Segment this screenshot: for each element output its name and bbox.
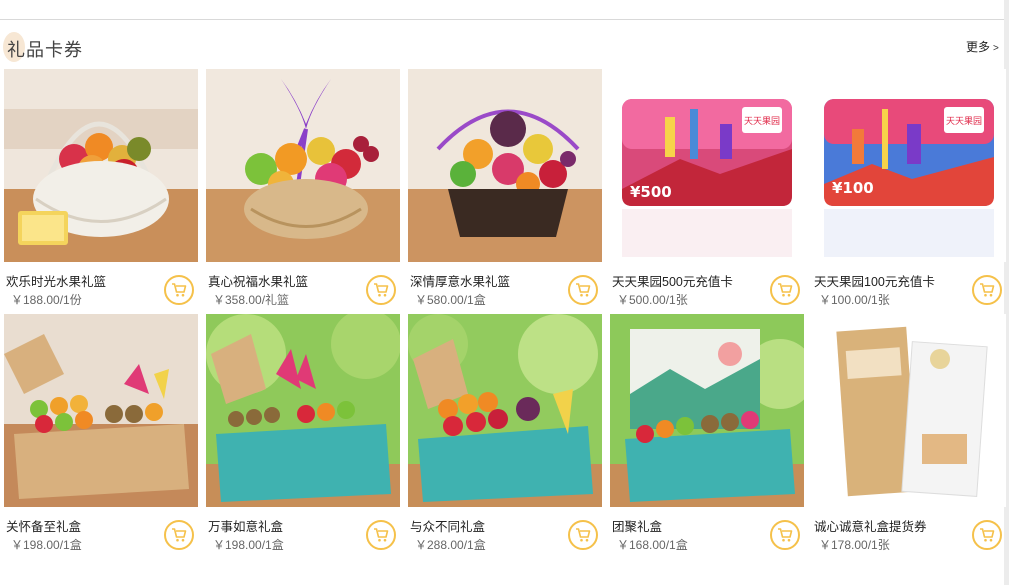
add-to-cart-button[interactable] bbox=[770, 520, 800, 550]
product-image[interactable] bbox=[812, 314, 1006, 507]
cart-icon bbox=[576, 528, 591, 542]
product-name[interactable]: 深情厚意水果礼篮 bbox=[410, 271, 510, 290]
product-card[interactable]: 天天果园 ¥500 天天果园500元充值卡 ￥500.00/1张 bbox=[610, 69, 804, 309]
product-image[interactable] bbox=[206, 69, 400, 262]
product-name[interactable]: 真心祝福水果礼篮 bbox=[208, 271, 308, 290]
cart-icon bbox=[778, 528, 793, 542]
product-price: ￥358.00/礼篮 bbox=[213, 293, 290, 307]
add-to-cart-button[interactable] bbox=[568, 275, 598, 305]
more-label: 更多 bbox=[966, 40, 991, 54]
product-image[interactable] bbox=[4, 314, 198, 507]
card-brand-text: 天天果园 bbox=[744, 116, 780, 127]
product-name[interactable]: 团聚礼盒 bbox=[612, 516, 662, 535]
add-to-cart-button[interactable] bbox=[568, 520, 598, 550]
gift-card-image: 天天果园 ¥500 bbox=[610, 69, 804, 262]
product-price: ￥198.00/1盒 bbox=[213, 538, 284, 552]
product-name[interactable]: 与众不同礼盒 bbox=[410, 516, 485, 535]
product-image[interactable] bbox=[4, 69, 198, 262]
cart-icon bbox=[980, 528, 995, 542]
add-to-cart-button[interactable] bbox=[972, 275, 1002, 305]
product-price: ￥168.00/1盒 bbox=[617, 538, 688, 552]
product-price: ￥500.00/1张 bbox=[617, 293, 688, 307]
card-brand-text: 天天果园 bbox=[946, 116, 982, 127]
product-card[interactable]: 与众不同礼盒 ￥288.00/1盒 bbox=[408, 314, 602, 554]
cart-icon bbox=[374, 283, 389, 297]
fruit-box-kraft-image bbox=[4, 314, 198, 507]
fruit-basket-dark-image bbox=[408, 69, 602, 262]
product-image[interactable] bbox=[610, 314, 804, 507]
product-name[interactable]: 万事如意礼盒 bbox=[208, 516, 283, 535]
fruit-box-teal-landscape-image bbox=[610, 314, 804, 507]
product-name[interactable]: 关怀备至礼盒 bbox=[6, 516, 81, 535]
cart-icon bbox=[576, 283, 591, 297]
chevron-right-icon: > bbox=[993, 43, 999, 54]
card-value-text: ¥500 bbox=[630, 183, 672, 201]
fruit-basket-purple-ribbon-image bbox=[206, 69, 400, 262]
add-to-cart-button[interactable] bbox=[164, 520, 194, 550]
cart-icon bbox=[778, 283, 793, 297]
product-price: ￥178.00/1张 bbox=[819, 538, 890, 552]
fruit-box-teal-image bbox=[206, 314, 400, 507]
product-name[interactable]: 欢乐时光水果礼篮 bbox=[6, 271, 106, 290]
product-price: ￥288.00/1盒 bbox=[415, 538, 486, 552]
add-to-cart-button[interactable] bbox=[770, 275, 800, 305]
product-image[interactable] bbox=[206, 314, 400, 507]
product-card[interactable]: 团聚礼盒 ￥168.00/1盒 bbox=[610, 314, 804, 554]
add-to-cart-button[interactable] bbox=[164, 275, 194, 305]
product-card[interactable]: 万事如意礼盒 ￥198.00/1盒 bbox=[206, 314, 400, 554]
product-card[interactable]: 欢乐时光水果礼篮 ￥188.00/1份 bbox=[4, 69, 198, 309]
gift-voucher-image bbox=[812, 314, 1006, 507]
product-name[interactable]: 诚心诚意礼盒提货券 bbox=[814, 516, 927, 535]
add-to-cart-button[interactable] bbox=[366, 275, 396, 305]
product-image[interactable]: 天天果园 ¥100 bbox=[812, 69, 1006, 262]
product-name[interactable]: 天天果园500元充值卡 bbox=[612, 271, 733, 290]
product-image[interactable]: 天天果园 ¥500 bbox=[610, 69, 804, 262]
product-card[interactable]: 真心祝福水果礼篮 ￥358.00/礼篮 bbox=[206, 69, 400, 309]
product-card[interactable]: 天天果园 ¥100 天天果园100元充值卡 ￥100.00/1张 bbox=[812, 69, 1006, 309]
add-to-cart-button[interactable] bbox=[972, 520, 1002, 550]
product-price: ￥188.00/1份 bbox=[11, 293, 82, 307]
product-price: ￥580.00/1盒 bbox=[415, 293, 486, 307]
cart-icon bbox=[980, 283, 995, 297]
fruit-basket-white-image bbox=[4, 69, 198, 262]
cart-icon bbox=[374, 528, 389, 542]
product-image[interactable] bbox=[408, 69, 602, 262]
add-to-cart-button[interactable] bbox=[366, 520, 396, 550]
gift-card-image: 天天果园 ¥100 bbox=[812, 69, 1006, 262]
product-name[interactable]: 天天果园100元充值卡 bbox=[814, 271, 935, 290]
cart-icon bbox=[172, 528, 187, 542]
fruit-box-teal-image bbox=[408, 314, 602, 507]
product-card[interactable]: 关怀备至礼盒 ￥198.00/1盒 bbox=[4, 314, 198, 554]
top-divider bbox=[0, 19, 1004, 20]
section-title: 礼品卡券 bbox=[7, 40, 83, 60]
product-card[interactable]: 诚心诚意礼盒提货券 ￥178.00/1张 bbox=[812, 314, 1006, 554]
cart-icon bbox=[172, 283, 187, 297]
card-value-text: ¥100 bbox=[832, 179, 874, 197]
product-price: ￥100.00/1张 bbox=[819, 293, 890, 307]
more-link[interactable]: 更多 > bbox=[966, 38, 999, 55]
product-price: ￥198.00/1盒 bbox=[11, 538, 82, 552]
product-image[interactable] bbox=[408, 314, 602, 507]
product-card[interactable]: 深情厚意水果礼篮 ￥580.00/1盒 bbox=[408, 69, 602, 309]
